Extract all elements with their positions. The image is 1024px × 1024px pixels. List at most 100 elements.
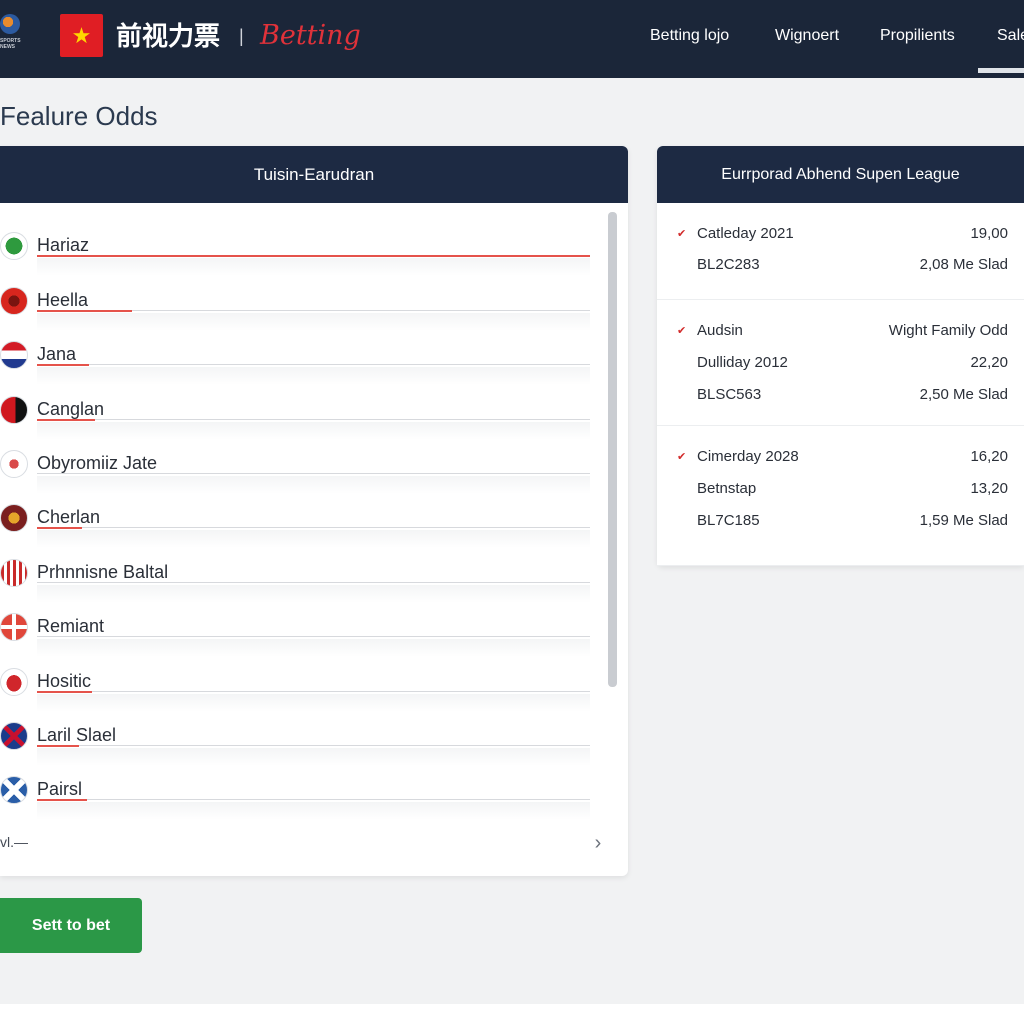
red-black-crest-icon [0,396,28,424]
row-shadow [37,313,590,331]
nav-item-wignoert[interactable]: Wignoert [775,27,839,49]
league-odds-panel: Eurrporad Abhend Supen League ✔ Catleday … [657,146,1024,566]
team-row[interactable]: Jana [0,341,600,395]
row-shadow [37,639,590,657]
league-panel-title: Eurrporad Abhend Supen League [657,146,1024,203]
nav-item-betting-logo[interactable]: Betting lojo [650,27,729,49]
team-row[interactable]: Heella [0,287,600,341]
checkmark-icon: ✔ [677,228,687,240]
row-shadow [37,367,590,385]
team-name: Cherlan [37,507,101,527]
teams-scrollbar[interactable] [608,212,617,687]
odds-row[interactable]: BL7C185 1,59 Me Slad [657,512,1024,532]
row-divider [37,364,590,365]
team-row[interactable]: Obyromiiz Jate [0,450,600,504]
odds-value: 22,20 [970,354,1008,371]
site-logo-text: SPORTS NEWS [0,38,21,50]
row-shadow [37,585,590,603]
chevron-right-icon[interactable]: › [590,832,606,854]
site-logo[interactable]: SPORTS NEWS [0,14,26,62]
brand-separator: | [239,26,244,46]
team-name: Hariaz [37,235,90,255]
striped-crest-icon [0,559,28,587]
odds-value: 16,20 [970,448,1008,465]
odds-row[interactable]: ✔ Audsin Wight Family Odd [657,322,1024,342]
odds-row[interactable]: Dulliday 2012 22,20 [657,354,1024,374]
pager-text: vl.— [0,834,28,850]
team-row[interactable]: Laril Slael [0,722,600,776]
row-accent-underline [37,799,87,801]
odds-row[interactable]: Betnstap 13,20 [657,480,1024,500]
odds-label: Catleday 2021 [697,225,794,242]
checkmark-icon: ✔ [677,325,687,337]
nav-item-propilients[interactable]: Propilients [880,27,955,49]
row-shadow [37,258,590,276]
row-accent-underline [37,364,89,366]
checkmark-icon: ✔ [677,451,687,463]
odds-value: 13,20 [970,480,1008,497]
odds-value: 2,50 Me Slad [919,386,1008,403]
odds-label: Betnstap [697,480,757,497]
odds-label: Audsin [697,322,743,339]
row-divider [37,582,590,583]
saltire-crest-icon [0,776,28,804]
team-name: Heella [37,290,89,310]
row-accent-underline [37,419,95,421]
star-crest-icon [0,450,28,478]
team-row[interactable]: Remiant [0,613,600,667]
odds-value: 1,59 Me Slad [919,512,1008,529]
team-name: Jana [37,344,77,364]
row-accent-underline [37,691,92,693]
brand-title[interactable]: 前视力票 [116,20,220,52]
green-dot-crest-icon [0,232,28,260]
page-title: Fealure Odds [0,101,158,131]
odds-value: Wight Family Odd [888,322,1008,339]
cross-crest-icon [0,613,28,641]
odds-label: BL7C185 [697,512,760,529]
team-row[interactable]: Hositic [0,668,600,722]
row-shadow [37,748,590,766]
nav-item-sale[interactable]: Sale [997,27,1024,49]
match-block: ✔ Catleday 2021 19,00 BL2C283 2,08 Me Slad [657,203,1024,300]
row-divider [37,419,590,420]
odds-label: Cimerday 2028 [697,448,799,465]
team-row[interactable]: Hariaz [0,232,600,286]
odds-value: 2,08 Me Slad [919,256,1008,273]
bet-button[interactable]: Sett to bet [0,898,142,953]
team-name: Hositic [37,671,92,691]
row-divider [37,636,590,637]
red-white-blue-flag-icon [0,341,28,369]
odds-value: 19,00 [970,225,1008,242]
row-divider [37,473,590,474]
odds-row[interactable]: ✔ Catleday 2021 19,00 [657,225,1024,245]
team-name: Canglan [37,399,105,419]
row-divider [37,527,590,528]
team-name: Obyromiiz Jate [37,453,158,473]
lion-crest-icon [0,504,28,532]
team-name: Pairsl [37,779,83,799]
team-name: Remiant [37,616,105,636]
odds-row[interactable]: BLSC563 2,50 Me Slad [657,386,1024,406]
page-footer [0,1004,1024,1024]
row-shadow [37,802,590,820]
team-row[interactable]: Pairsl [0,776,600,830]
china-flag-icon: ★ [60,14,103,57]
teams-panel-title: Tuisin-Earudran [0,146,628,203]
row-accent-underline [37,527,82,529]
match-block: ✔ Cimerday 2028 16,20 Betnstap 13,20 BL7C185 1… [657,426,1024,566]
row-shadow [37,530,590,548]
brand-subtitle[interactable]: Betting [260,20,361,52]
odds-row[interactable]: BL2C283 2,08 Me Slad [657,256,1024,276]
team-row[interactable]: Cherlan [0,504,600,558]
team-row[interactable]: Canglan [0,396,600,450]
row-divider [37,745,590,746]
odds-row[interactable]: ✔ Cimerday 2028 16,20 [657,448,1024,468]
team-name: Laril Slael [37,725,117,745]
team-name: Prhnnisne Baltal [37,562,169,582]
top-navigation-bar: SPORTS NEWS ★ 前视力票 | Betting Betting loj… [0,0,1024,78]
globe-icon [0,14,20,34]
row-accent-underline [37,745,79,747]
row-shadow [37,422,590,440]
team-row[interactable]: Prhnnisne Baltal [0,559,600,613]
red-crest-icon [0,287,28,315]
